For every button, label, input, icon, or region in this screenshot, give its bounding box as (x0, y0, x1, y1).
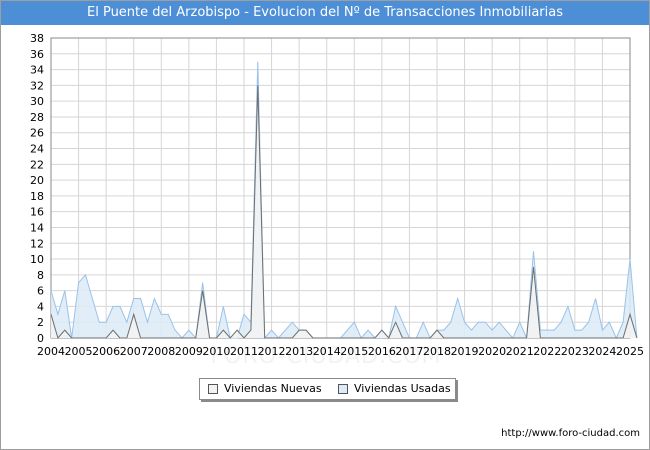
y-tick-label: 18 (30, 190, 44, 203)
x-tick-label: 2016 (368, 345, 396, 358)
y-tick-label: 28 (30, 111, 44, 124)
legend-swatch-viviendas-nuevas (208, 384, 218, 394)
x-tick-label: 2021 (506, 345, 534, 358)
x-tick-label: 2024 (588, 345, 616, 358)
x-tick-label: 2008 (147, 345, 175, 358)
legend-label-viviendas-usadas: Viviendas Usadas (354, 382, 451, 395)
y-tick-label: 10 (30, 253, 44, 266)
x-tick-label: 2004 (37, 345, 65, 358)
y-tick-label: 30 (30, 95, 44, 108)
legend: Viviendas Nuevas Viviendas Usadas (199, 378, 456, 400)
legend-swatch-viviendas-usadas (338, 384, 348, 394)
legend-label-viviendas-nuevas: Viviendas Nuevas (224, 382, 322, 395)
x-tick-label: 2018 (423, 345, 451, 358)
x-tick-label: 2023 (561, 345, 589, 358)
y-tick-label: 34 (30, 64, 44, 77)
y-tick-label: 32 (30, 79, 44, 92)
x-tick-label: 2012 (258, 345, 286, 358)
x-tick-label: 2025 (616, 345, 644, 358)
y-tick-label: 16 (30, 206, 44, 219)
x-tick-label: 2013 (285, 345, 313, 358)
y-tick-label: 2 (37, 316, 44, 329)
y-tick-label: 4 (37, 300, 44, 313)
source-url[interactable]: http://www.foro-ciudad.com (501, 428, 640, 439)
y-tick-label: 14 (30, 221, 44, 234)
x-tick-label: 2007 (120, 345, 148, 358)
x-tick-label: 2005 (65, 345, 93, 358)
x-tick-label: 2022 (533, 345, 561, 358)
y-tick-label: 8 (37, 269, 44, 282)
y-tick-label: 22 (30, 158, 44, 171)
y-tick-label: 6 (37, 285, 44, 298)
x-tick-label: 2009 (175, 345, 203, 358)
y-tick-label: 12 (30, 237, 44, 250)
y-tick-label: 38 (30, 32, 44, 45)
x-tick-label: 2010 (202, 345, 230, 358)
y-tick-label: 20 (30, 174, 44, 187)
x-tick-label: 2014 (313, 345, 341, 358)
x-tick-label: 2011 (230, 345, 258, 358)
x-tick-label: 2017 (395, 345, 423, 358)
x-tick-label: 2019 (451, 345, 479, 358)
x-tick-label: 2006 (92, 345, 120, 358)
x-tick-label: 2015 (340, 345, 368, 358)
y-tick-label: 36 (30, 48, 44, 61)
x-tick-label: 2020 (478, 345, 506, 358)
y-tick-label: 24 (30, 143, 44, 156)
y-tick-label: 26 (30, 127, 44, 140)
chart-frame: El Puente del Arzobispo - Evolucion del … (0, 0, 650, 450)
y-tick-label: 0 (37, 332, 44, 345)
plot-background (51, 38, 630, 338)
